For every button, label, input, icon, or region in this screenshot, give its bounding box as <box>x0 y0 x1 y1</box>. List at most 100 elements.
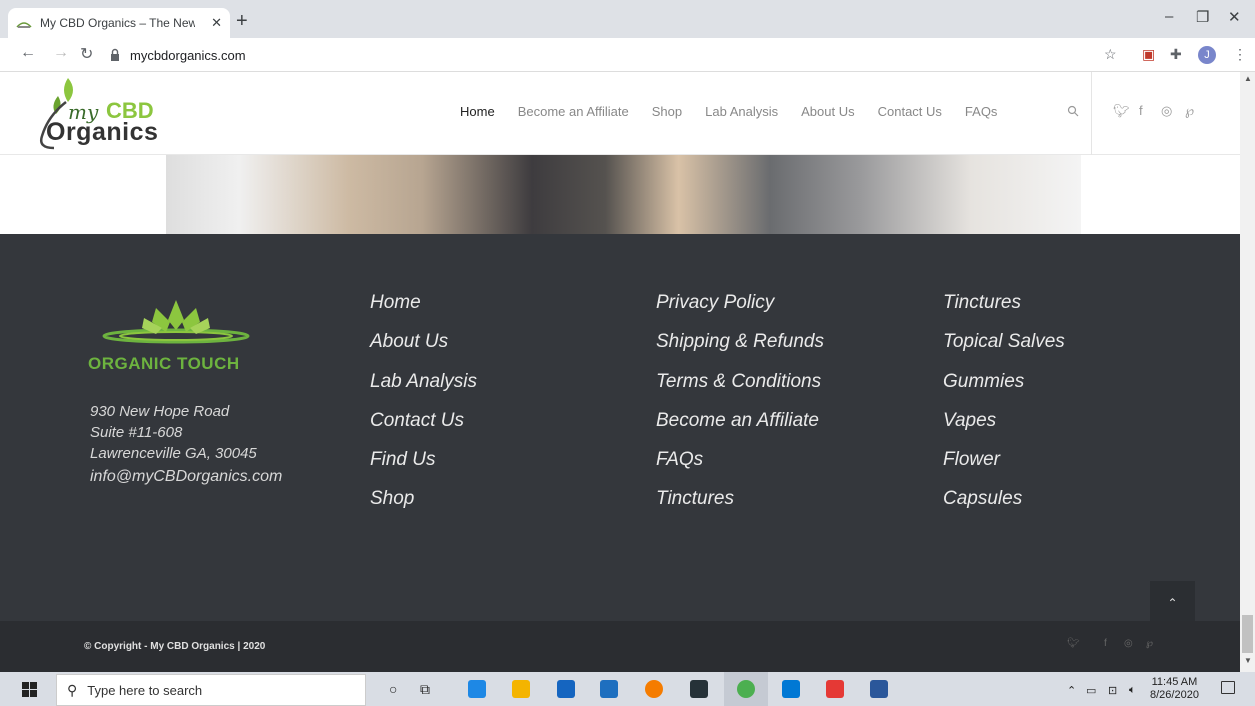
search-icon[interactable] <box>1067 105 1079 117</box>
footer-link-become-affiliate[interactable]: Become an Affiliate <box>656 410 824 449</box>
organic-touch-brand: ORGANIC TOUCH <box>88 354 240 373</box>
site-logo[interactable]: my CBD Organics <box>28 76 188 152</box>
store-icon[interactable] <box>557 680 575 698</box>
bookmark-star-icon[interactable]: ☆ <box>1104 46 1117 63</box>
minimize-button[interactable]: – <box>1165 8 1173 25</box>
nav-become-affiliate[interactable]: Become an Affiliate <box>518 104 629 119</box>
copyright-text: © Copyright - My CBD Organics | 2020 <box>84 641 266 652</box>
copyright-bar: © Copyright - My CBD Organics | 2020 🐦︎ … <box>0 621 1240 672</box>
windows-start-icon[interactable] <box>22 682 37 697</box>
messaging-icon[interactable] <box>690 680 708 698</box>
address-bar[interactable]: mycbdorganics.com <box>108 43 1098 67</box>
hero-image-section <box>0 155 1240 234</box>
show-hidden-icons-icon[interactable]: ⌃ <box>1067 684 1076 697</box>
footer-link-capsules[interactable]: Capsules <box>943 488 1065 527</box>
footer: ORGANIC TOUCH 930 New Hope Road Suite #1… <box>0 234 1240 621</box>
taskbar-clock[interactable]: 11:45 AM 8/26/2020 <box>1150 676 1199 702</box>
logo-organics-text: Organics <box>46 118 159 146</box>
nav-about-us[interactable]: About Us <box>801 104 854 119</box>
footer-link-terms-conditions[interactable]: Terms & Conditions <box>656 371 824 410</box>
footer-link-tinctures-product[interactable]: Tinctures <box>943 292 1065 331</box>
footer-pinterest-icon[interactable]: ℘ <box>1146 638 1153 649</box>
url-text: mycbdorganics.com <box>130 47 246 63</box>
back-to-top-button[interactable]: ⌃ <box>1150 581 1195 621</box>
contact-email[interactable]: info@myCBDorganics.com <box>90 468 282 486</box>
footer-link-privacy-policy[interactable]: Privacy Policy <box>656 292 824 331</box>
instagram-icon[interactable]: ◎ <box>1161 103 1172 119</box>
footer-link-contact-us[interactable]: Contact Us <box>370 410 477 449</box>
nav-lab-analysis[interactable]: Lab Analysis <box>705 104 778 119</box>
footer-link-tinctures[interactable]: Tinctures <box>656 488 824 527</box>
footer-twitter-icon[interactable]: 🐦︎ <box>1067 638 1080 649</box>
footer-link-shipping-refunds[interactable]: Shipping & Refunds <box>656 331 824 370</box>
footer-link-flower[interactable]: Flower <box>943 449 1065 488</box>
facebook-icon[interactable]: f <box>1139 103 1143 118</box>
footer-link-gummies[interactable]: Gummies <box>943 371 1065 410</box>
footer-col-main: Home About Us Lab Analysis Contact Us Fi… <box>370 292 477 528</box>
office-icon[interactable] <box>826 680 844 698</box>
scroll-down-icon[interactable]: ▼ <box>1244 656 1252 665</box>
nav-contact-us[interactable]: Contact Us <box>878 104 942 119</box>
close-window-button[interactable]: ✕ <box>1228 8 1241 26</box>
hero-people-image <box>166 155 1081 234</box>
pocket-extension-icon[interactable]: ▣ <box>1142 46 1155 63</box>
taskbar-search-placeholder: Type here to search <box>87 682 203 698</box>
site-favicon-icon <box>16 22 32 28</box>
task-view-icon[interactable]: ⧉ <box>420 681 430 698</box>
footer-link-lab-analysis[interactable]: Lab Analysis <box>370 371 477 410</box>
address-line-1: 930 New Hope Road <box>90 403 230 420</box>
footer-link-find-us[interactable]: Find Us <box>370 449 477 488</box>
nav-home[interactable]: Home <box>460 104 495 119</box>
forward-arrow-icon[interactable]: → <box>53 44 69 62</box>
browser-toolbar: ← → ↻ mycbdorganics.com ☆ ▣ ✚ J ⋮ <box>0 38 1255 72</box>
reload-icon[interactable]: ↻ <box>80 44 93 64</box>
address-line-3: Lawrenceville GA, 30045 <box>90 445 257 462</box>
tab-close-icon[interactable]: ✕ <box>211 15 222 31</box>
media-app-icon[interactable] <box>600 680 618 698</box>
nav-faqs[interactable]: FAQs <box>965 104 998 119</box>
header-divider <box>1091 72 1092 155</box>
twitter-icon[interactable]: 🐦︎ <box>1113 103 1130 119</box>
footer-link-shop[interactable]: Shop <box>370 488 477 527</box>
extensions-puzzle-icon[interactable]: ✚ <box>1170 46 1182 63</box>
footer-link-vapes[interactable]: Vapes <box>943 410 1065 449</box>
back-arrow-icon[interactable]: ← <box>20 44 36 62</box>
restore-button[interactable]: ❐ <box>1196 8 1209 26</box>
footer-facebook-icon[interactable]: f <box>1104 638 1107 649</box>
footer-link-home[interactable]: Home <box>370 292 477 331</box>
taskbar-search-input[interactable]: ⚲ Type here to search <box>56 674 366 706</box>
scrollbar-thumb[interactable] <box>1242 615 1253 653</box>
profile-avatar[interactable]: J <box>1198 46 1216 64</box>
menu-dots-icon[interactable]: ⋮ <box>1233 46 1247 63</box>
app-notification-icon[interactable] <box>645 680 663 698</box>
new-tab-button[interactable]: + <box>236 10 248 33</box>
chrome-icon[interactable] <box>737 680 755 698</box>
nav-shop[interactable]: Shop <box>652 104 682 119</box>
scroll-up-icon[interactable]: ▲ <box>1244 74 1252 83</box>
battery-icon[interactable]: ▭ <box>1086 684 1096 697</box>
main-nav: Home Become an Affiliate Shop Lab Analys… <box>460 104 1020 119</box>
pinterest-icon[interactable]: ℘ <box>1185 103 1194 119</box>
footer-col-info: Privacy Policy Shipping & Refunds Terms … <box>656 292 824 528</box>
clock-time: 11:45 AM <box>1151 676 1198 688</box>
page-scrollbar[interactable]: ▲ ▼ <box>1240 72 1255 672</box>
file-explorer-icon[interactable] <box>512 680 530 698</box>
address-line-2: Suite #11-608 <box>90 424 183 441</box>
footer-link-topical-salves[interactable]: Topical Salves <box>943 331 1065 370</box>
site-header: my CBD Organics Home Become an Affiliate… <box>0 72 1240 155</box>
volume-icon[interactable]: 🔈︎ <box>1129 684 1136 697</box>
search-icon: ⚲ <box>67 681 78 698</box>
footer-link-faqs[interactable]: FAQs <box>656 449 824 488</box>
tab-title: My CBD Organics – The New Star <box>40 16 195 30</box>
edge-icon[interactable] <box>468 680 486 698</box>
browser-tab-strip: My CBD Organics – The New Star ✕ + – ❐ ✕ <box>0 0 1255 38</box>
mail-icon[interactable] <box>782 680 800 698</box>
cortana-icon[interactable]: ○ <box>389 681 397 697</box>
browser-tab[interactable]: My CBD Organics – The New Star ✕ <box>8 8 230 38</box>
network-icon[interactable]: ⊡ <box>1108 684 1117 697</box>
footer-col-products: Tinctures Topical Salves Gummies Vapes F… <box>943 292 1065 528</box>
footer-link-about-us[interactable]: About Us <box>370 331 477 370</box>
word-icon[interactable] <box>870 680 888 698</box>
notification-center-icon[interactable] <box>1221 681 1235 694</box>
footer-instagram-icon[interactable]: ◎ <box>1124 638 1133 649</box>
